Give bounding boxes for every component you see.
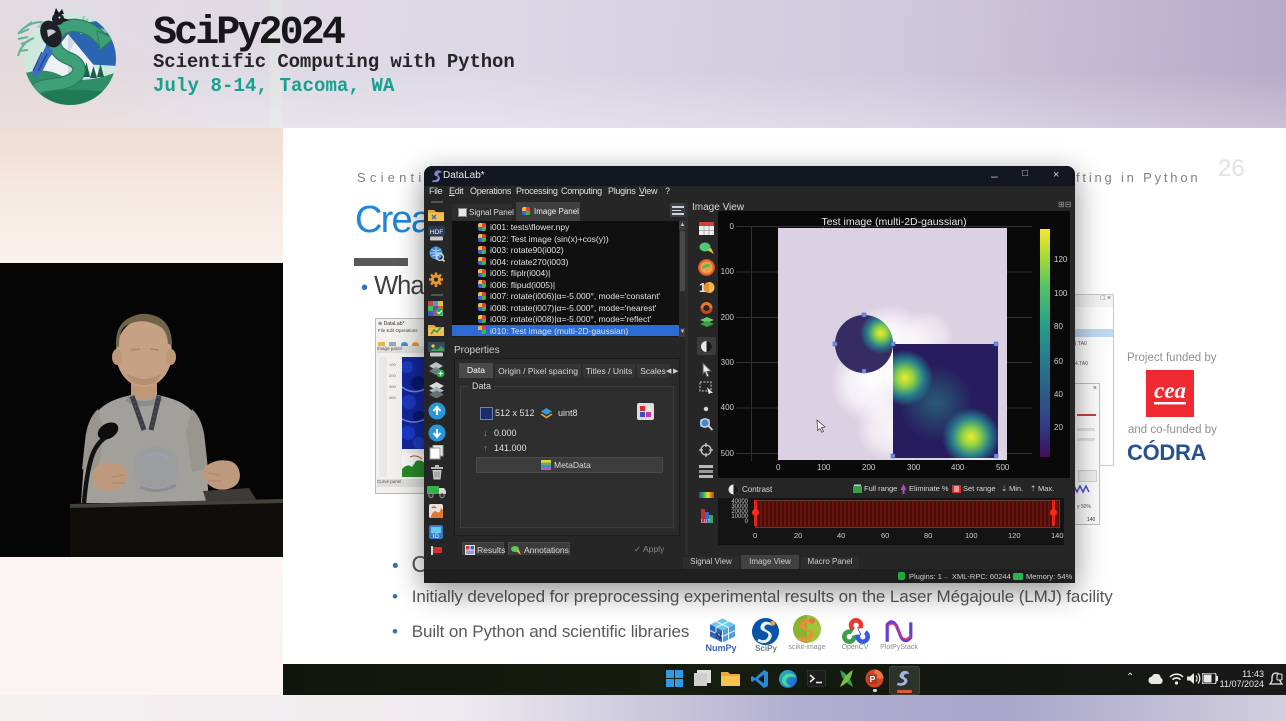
- svg-text:N: N: [715, 631, 722, 641]
- svg-text:HDF: HDF: [430, 229, 443, 236]
- svg-text:LUT: LUT: [701, 519, 710, 524]
- svg-text:cea: cea: [1154, 378, 1186, 403]
- svg-text:IG: IG: [433, 534, 440, 540]
- svg-text:P: P: [870, 674, 876, 684]
